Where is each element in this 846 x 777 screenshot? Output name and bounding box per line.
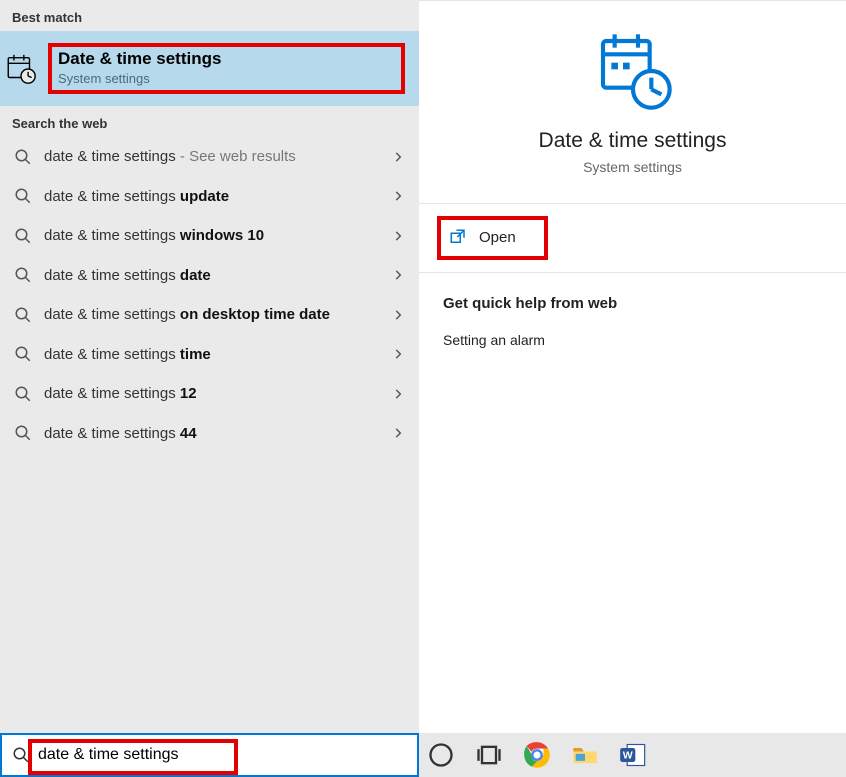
web-result-4[interactable]: date & time settings on desktop time dat… xyxy=(8,295,411,335)
search-icon xyxy=(14,148,32,166)
chevron-right-icon xyxy=(391,426,405,440)
chevron-right-icon xyxy=(391,268,405,282)
open-label: Open xyxy=(479,229,516,246)
highlight-box: Open xyxy=(437,216,548,260)
detail-subtitle: System settings xyxy=(583,159,682,175)
detail-title: Date & time settings xyxy=(539,129,727,153)
web-result-0[interactable]: date & time settings - See web results xyxy=(8,137,411,177)
word-icon[interactable]: W xyxy=(619,741,647,769)
web-header: Search the web xyxy=(0,106,419,137)
web-results-list: date & time settings - See web results da… xyxy=(0,137,419,453)
calendar-clock-icon xyxy=(4,52,38,86)
search-bar[interactable] xyxy=(0,733,419,777)
web-result-label: date & time settings time xyxy=(44,345,383,365)
taskbar: W xyxy=(419,733,846,777)
chevron-right-icon xyxy=(391,229,405,243)
open-icon xyxy=(449,228,467,246)
web-result-label: date & time settings windows 10 xyxy=(44,226,383,246)
highlight-box: Date & time settings System settings xyxy=(48,43,405,94)
search-icon xyxy=(14,306,32,324)
open-button[interactable]: Open xyxy=(443,220,522,254)
detail-panel: Date & time settings System settings Ope… xyxy=(419,0,846,733)
help-header: Get quick help from web xyxy=(443,295,822,312)
chevron-right-icon xyxy=(391,347,405,361)
web-result-6[interactable]: date & time settings 12 xyxy=(8,374,411,414)
best-match-header: Best match xyxy=(0,0,419,31)
chevron-right-icon xyxy=(391,387,405,401)
search-icon xyxy=(14,187,32,205)
cortana-icon[interactable] xyxy=(427,741,455,769)
web-result-label: date & time settings 44 xyxy=(44,424,383,444)
search-results-panel: Best match Date & time settings System s… xyxy=(0,0,419,733)
web-result-label: date & time settings - See web results xyxy=(44,147,383,167)
best-match-item[interactable]: Date & time settings System settings xyxy=(0,31,419,106)
best-match-title: Date & time settings xyxy=(58,49,361,69)
search-icon xyxy=(12,746,30,764)
web-result-1[interactable]: date & time settings update xyxy=(8,177,411,217)
web-result-5[interactable]: date & time settings time xyxy=(8,335,411,375)
search-icon xyxy=(14,385,32,403)
search-icon xyxy=(14,227,32,245)
chrome-icon[interactable] xyxy=(523,741,551,769)
web-result-label: date & time settings update xyxy=(44,187,383,207)
chevron-right-icon xyxy=(391,150,405,164)
web-result-label: date & time settings 12 xyxy=(44,384,383,404)
help-link-alarm[interactable]: Setting an alarm xyxy=(443,332,545,348)
file-explorer-icon[interactable] xyxy=(571,741,599,769)
search-icon xyxy=(14,266,32,284)
web-result-label: date & time settings on desktop time dat… xyxy=(44,305,383,325)
chevron-right-icon xyxy=(391,308,405,322)
best-match-subtitle: System settings xyxy=(58,71,361,86)
search-input[interactable] xyxy=(38,746,407,764)
search-icon xyxy=(14,345,32,363)
search-icon xyxy=(14,424,32,442)
web-result-7[interactable]: date & time settings 44 xyxy=(8,414,411,454)
web-result-3[interactable]: date & time settings date xyxy=(8,256,411,296)
task-view-icon[interactable] xyxy=(475,741,503,769)
chevron-right-icon xyxy=(391,189,405,203)
calendar-clock-icon xyxy=(593,31,673,111)
web-result-label: date & time settings date xyxy=(44,266,383,286)
web-result-2[interactable]: date & time settings windows 10 xyxy=(8,216,411,256)
svg-text:W: W xyxy=(623,750,633,762)
